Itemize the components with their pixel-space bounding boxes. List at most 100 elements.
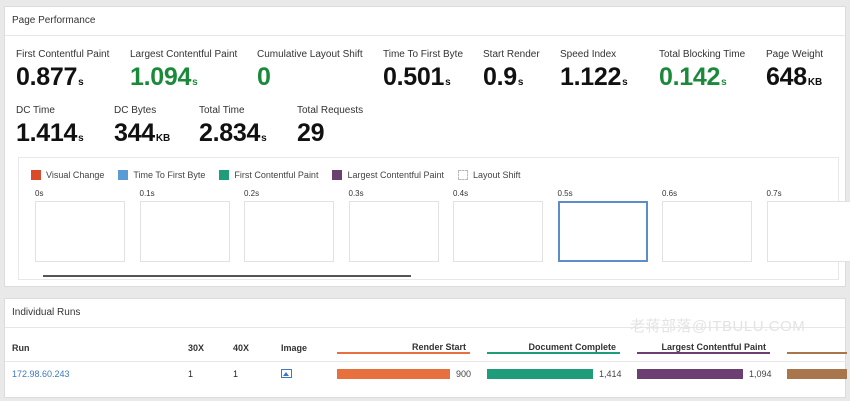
filmstrip-frame[interactable]: 0.7s xyxy=(766,189,850,262)
metric-label: Total Requests xyxy=(297,105,364,116)
metric-unit: KB xyxy=(807,77,823,88)
legend-label: First Contentful Paint xyxy=(234,169,319,180)
legend-label: Layout Shift xyxy=(473,169,521,180)
metric-value: 648KB xyxy=(766,63,823,92)
runs-table: Run 30X 40X Image Render Start Document … xyxy=(5,335,847,386)
run-link[interactable]: 172.98.60.243 xyxy=(12,369,70,379)
filmstrip-frame[interactable]: 0.2s xyxy=(244,189,334,262)
legend-label: Largest Contentful Paint xyxy=(347,169,445,180)
frame-thumbnail[interactable] xyxy=(244,201,334,262)
metric-label: Total Blocking Time xyxy=(659,49,746,60)
frame-thumbnail[interactable] xyxy=(662,201,752,262)
frame-time: 0.6s xyxy=(662,189,678,198)
filmstrip-frame[interactable]: 0.6s xyxy=(662,189,752,262)
render-start-bar xyxy=(337,369,450,380)
metric-number: 1.094 xyxy=(130,63,192,91)
lcp-bar xyxy=(637,369,743,380)
metric-7: Page Weight 648KB xyxy=(766,49,823,92)
legend-swatch xyxy=(332,169,343,180)
page-performance-panel: Page Performance First Contentful Paint 0… xyxy=(4,6,850,287)
metric-unit: s xyxy=(445,77,451,88)
watermark: 老蒋部落@ITBULU.COM xyxy=(630,318,806,335)
metric-11: Total Requests 29 xyxy=(297,105,363,148)
frame-thumbnail[interactable] xyxy=(35,201,125,262)
filmstrip-frame[interactable]: 0.5s xyxy=(557,189,648,262)
metric-2: Cumulative Layout Shift 0 xyxy=(257,49,363,92)
metric-number: 648 xyxy=(766,63,807,91)
metric-label: Speed Index xyxy=(560,49,617,60)
metric-label: Largest Contentful Paint xyxy=(130,49,238,60)
metric-unit: s xyxy=(517,77,524,88)
metric-value: 0.142s xyxy=(659,63,745,92)
filmstrip-frame[interactable]: 0.3s xyxy=(348,189,439,262)
lcp-value: 1,094 xyxy=(749,369,772,380)
metric-number: 0.877 xyxy=(16,63,78,91)
col-run: Run xyxy=(12,343,30,353)
metric-unit: KB xyxy=(155,133,171,144)
metric-label: Start Render xyxy=(483,49,540,60)
metric-value: 0.9s xyxy=(483,63,540,92)
legend-swatch xyxy=(118,169,129,180)
filmstrip: Visual Change Time To First Byte First Con… xyxy=(18,157,850,280)
legend-item: Layout Shift xyxy=(458,169,521,180)
metric-0: First Contentful Paint 0.877s xyxy=(16,49,109,92)
filmstrip-frame[interactable]: 0.1s xyxy=(139,189,230,262)
metric-unit: s xyxy=(78,133,84,144)
metric-number: 344 xyxy=(114,119,155,147)
filmstrip-scrollbar[interactable] xyxy=(43,275,411,277)
col-40x: 40X xyxy=(233,343,250,353)
col-document-complete: Document Complete xyxy=(487,342,620,354)
metric-value: 2.834s xyxy=(199,119,267,148)
metric-value: 0 xyxy=(257,63,363,92)
metric-value: 1.122s xyxy=(560,63,628,92)
frame-thumbnail[interactable] xyxy=(766,201,850,262)
metric-unit: s xyxy=(721,77,727,88)
table-row: 172.98.60.243 1 1 900 1,414 1,094 xyxy=(5,362,847,387)
image-icon[interactable] xyxy=(281,368,292,378)
metric-number: 0.142 xyxy=(659,63,721,91)
frame-time: 0.7s xyxy=(766,189,782,198)
metric-label: Cumulative Layout Shift xyxy=(257,49,363,60)
metric-9: DC Bytes 344KB xyxy=(114,105,170,148)
metric-label: DC Bytes xyxy=(114,105,157,116)
metric-unit: s xyxy=(78,77,84,88)
metric-5: Speed Index 1.122s xyxy=(560,49,628,92)
filmstrip-legend: Visual Change Time To First Byte First Con… xyxy=(31,169,535,180)
metric-unit: s xyxy=(622,77,628,88)
legend-label: Visual Change xyxy=(46,169,105,180)
document-complete-value: 1,414 xyxy=(599,369,622,380)
document-complete-bar xyxy=(487,369,593,380)
frame-thumbnail[interactable] xyxy=(557,201,648,262)
metric-number: 1.414 xyxy=(16,119,78,147)
cell-30x: 1 xyxy=(188,369,194,379)
metric-value: 344KB xyxy=(114,119,170,148)
frame-time: 0.3s xyxy=(348,189,364,198)
frame-time: 0.4s xyxy=(453,189,469,198)
frame-time: 0.5s xyxy=(557,189,573,198)
metric-1: Largest Contentful Paint 1.094s xyxy=(130,49,237,92)
legend-item: Visual Change xyxy=(31,169,105,180)
metric-4: Start Render 0.9s xyxy=(483,49,540,92)
metric-value: 1.414s xyxy=(16,119,84,148)
legend-swatch xyxy=(31,169,41,180)
frame-time: 0.2s xyxy=(244,189,260,198)
metric-number: 29 xyxy=(297,119,325,147)
metric-10: Total Time 2.834s xyxy=(199,105,267,148)
frame-thumbnail[interactable] xyxy=(139,201,230,262)
frame-thumbnail[interactable] xyxy=(348,201,439,262)
frame-thumbnail[interactable] xyxy=(453,201,543,262)
legend-item: Largest Contentful Paint xyxy=(332,169,445,180)
metric-label: DC Time xyxy=(16,105,55,116)
metric-number: 1.122 xyxy=(560,63,622,91)
page-performance-title: Page Performance xyxy=(5,7,845,36)
metric-label: Total Time xyxy=(199,105,245,116)
metric-number: 0 xyxy=(257,63,271,91)
metric-value: 0.501s xyxy=(383,63,463,92)
metric-8: DC Time 1.414s xyxy=(16,105,84,148)
metric-number: 0.9 xyxy=(483,63,517,91)
col-largest-contentful-paint: Largest Contentful Paint xyxy=(637,342,770,354)
metric-unit: s xyxy=(261,133,267,144)
legend-swatch xyxy=(219,169,230,180)
filmstrip-frame[interactable]: 0s xyxy=(35,189,125,262)
filmstrip-frame[interactable]: 0.4s xyxy=(453,189,543,262)
